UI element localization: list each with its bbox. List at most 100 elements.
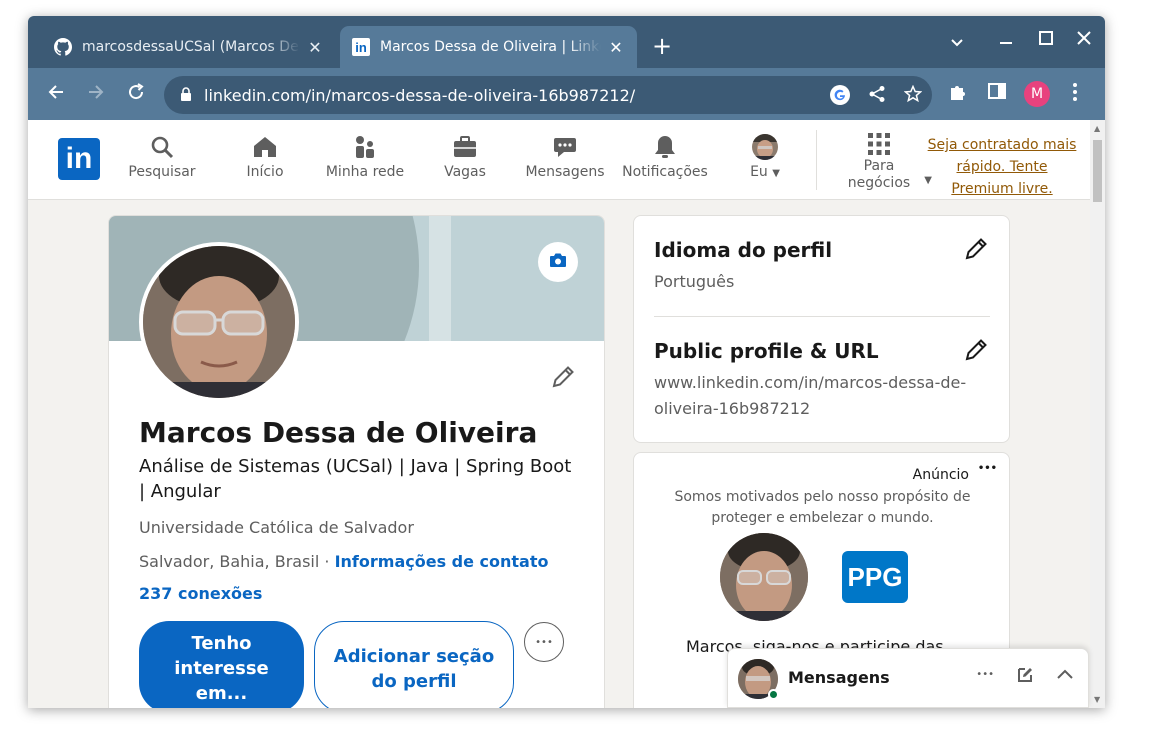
scrollbar-thumb[interactable] <box>1093 140 1102 202</box>
page-scrollbar[interactable]: ▲ ▼ <box>1090 120 1105 708</box>
grid-icon <box>834 132 924 158</box>
scroll-down-arrow[interactable]: ▼ <box>1094 695 1100 704</box>
nav-notifications[interactable]: Notificações <box>617 134 713 180</box>
ad-user-avatar <box>720 533 808 621</box>
close-icon[interactable]: ✕ <box>306 38 324 57</box>
open-to-button[interactable]: Tenho interesse em... <box>139 621 304 708</box>
contact-info-link[interactable]: Informações de contato <box>335 552 549 571</box>
nav-network-label: Minha rede <box>325 164 405 180</box>
lock-icon <box>180 86 192 105</box>
edit-intro-pencil-icon[interactable] <box>550 364 576 394</box>
premium-line-3: Premium livre. <box>951 181 1053 197</box>
profile-location: Salvador, Bahia, Brasil <box>139 552 320 571</box>
back-arrow-icon[interactable] <box>46 82 66 106</box>
briefcase-icon <box>417 134 513 162</box>
more-actions-button[interactable]: ••• <box>524 622 564 662</box>
nav-messaging[interactable]: Mensagens <box>517 134 613 180</box>
nav-me[interactable]: Eu ▼ <box>717 134 813 180</box>
svg-text:in: in <box>355 40 367 55</box>
language-title: Idioma do perfil <box>654 238 833 262</box>
connections-link[interactable]: 237 conexões <box>139 584 262 603</box>
chevron-up-icon[interactable] <box>1056 666 1074 688</box>
open-to-line-3: em... <box>195 683 248 704</box>
window-close-icon[interactable] <box>1076 30 1092 50</box>
forward-arrow-icon[interactable] <box>86 82 106 106</box>
ad-text: Somos motivados pelo nosso propósito de … <box>674 489 971 526</box>
add-profile-section-button[interactable]: Adicionar seção do perfil <box>314 621 514 708</box>
nav-me-label: Eu <box>750 164 768 180</box>
more-dots-icon: ••• <box>535 636 553 648</box>
nav-jobs-label: Vagas <box>444 164 486 180</box>
scroll-up-arrow[interactable]: ▲ <box>1094 124 1100 133</box>
ad-options-icon[interactable]: ••• <box>978 463 997 474</box>
new-tab-button[interactable]: + <box>652 34 672 58</box>
nav-notifications-label: Notificações <box>622 164 708 180</box>
minimize-icon[interactable] <box>998 30 1014 50</box>
nav-search[interactable]: Pesquisar <box>114 134 210 180</box>
profile-location-row: Salvador, Bahia, Brasil · Informações de… <box>139 552 548 571</box>
tab-github[interactable]: marcosdessaUCSal (Marcos Dessa de Olivei… <box>42 26 336 68</box>
open-to-line-2: interesse <box>174 658 269 679</box>
avatar <box>717 134 813 162</box>
star-icon[interactable] <box>903 84 923 110</box>
linkedin-logo[interactable]: in <box>58 138 100 180</box>
divider <box>654 316 990 317</box>
profile-headline: Análise de Sistemas (UCSal) | Java | Spr… <box>139 456 572 502</box>
side-panel-icon[interactable] <box>988 82 1006 105</box>
add-section-line-1: Adicionar seção <box>333 646 495 667</box>
messaging-options-icon[interactable]: ••• <box>976 666 994 688</box>
profile-photo[interactable] <box>139 242 299 402</box>
home-icon <box>217 134 313 162</box>
profile-name: Marcos Dessa de Oliveira <box>139 416 538 449</box>
maximize-icon[interactable] <box>1038 30 1054 50</box>
reload-icon[interactable] <box>126 82 146 106</box>
language-value: Português <box>654 272 735 291</box>
browser-toolbar: linkedin.com/in/marcos-dessa-de-oliveira… <box>28 68 1105 120</box>
compose-icon[interactable] <box>1016 666 1034 688</box>
profile-language-card: Idioma do perfil Português Public profil… <box>633 215 1010 443</box>
bell-icon <box>617 134 713 162</box>
nav-divider <box>816 130 817 190</box>
linkedin-icon: in <box>352 38 370 56</box>
chat-icon <box>517 134 613 162</box>
google-icon[interactable] <box>830 85 850 110</box>
add-section-line-2: do perfil <box>371 671 457 692</box>
chevron-down-icon[interactable] <box>950 34 964 53</box>
premium-line-2: rápido. Tente <box>956 159 1048 175</box>
nav-home-label: Início <box>246 164 284 180</box>
browser-window: marcosdessaUCSal (Marcos Dessa de Olivei… <box>28 16 1105 708</box>
extensions-puzzle-icon[interactable] <box>948 82 968 107</box>
tab-linkedin[interactable]: in Marcos Dessa de Oliveira | LinkedIn ✕ <box>340 26 637 68</box>
public-profile-title: Public profile & URL <box>654 339 879 363</box>
business-label-1: Para <box>863 158 895 174</box>
nav-home[interactable]: Início <box>217 134 313 180</box>
linkedin-navbar: in Pesquisar Início Minha rede Vagas Men… <box>28 120 1090 200</box>
edit-language-pencil-icon[interactable] <box>963 236 989 266</box>
browser-profile-avatar[interactable]: M <box>1024 81 1050 107</box>
address-bar[interactable]: linkedin.com/in/marcos-dessa-de-oliveira… <box>164 76 932 114</box>
public-profile-url: www.linkedin.com/in/marcos-dessa-de-oliv… <box>654 373 967 418</box>
nav-search-label: Pesquisar <box>128 164 196 180</box>
profile-school[interactable]: Universidade Católica de Salvador <box>139 518 414 537</box>
tab-title: Marcos Dessa de Oliveira | LinkedIn <box>380 39 601 55</box>
nav-business[interactable]: Para negócios ▼ <box>834 132 932 192</box>
nav-jobs[interactable]: Vagas <box>417 134 513 180</box>
profile-card: Marcos Dessa de Oliveira Análise de Sist… <box>108 215 605 708</box>
tab-title: marcosdessaUCSal (Marcos Dessa de Olivei… <box>82 39 300 55</box>
separator: · <box>319 552 335 571</box>
business-label-2: negócios <box>847 175 911 191</box>
premium-upsell-link[interactable]: Seja contratado mais rápido. Tente Premi… <box>926 134 1078 200</box>
kebab-menu-icon[interactable] <box>1072 82 1078 107</box>
edit-public-url-pencil-icon[interactable] <box>963 337 989 367</box>
close-icon[interactable]: ✕ <box>607 38 625 57</box>
network-icon <box>317 134 413 162</box>
ppg-logo[interactable]: PPG <box>842 551 908 603</box>
url-text: linkedin.com/in/marcos-dessa-de-oliveira… <box>204 85 636 105</box>
edit-banner-button[interactable] <box>538 242 578 282</box>
caret-down-icon: ▼ <box>772 168 780 179</box>
share-icon[interactable] <box>868 85 886 110</box>
nav-messaging-label: Mensagens <box>525 164 605 180</box>
nav-network[interactable]: Minha rede <box>317 134 413 180</box>
camera-icon <box>549 252 567 272</box>
messaging-bar[interactable]: Mensagens ••• <box>727 648 1089 708</box>
